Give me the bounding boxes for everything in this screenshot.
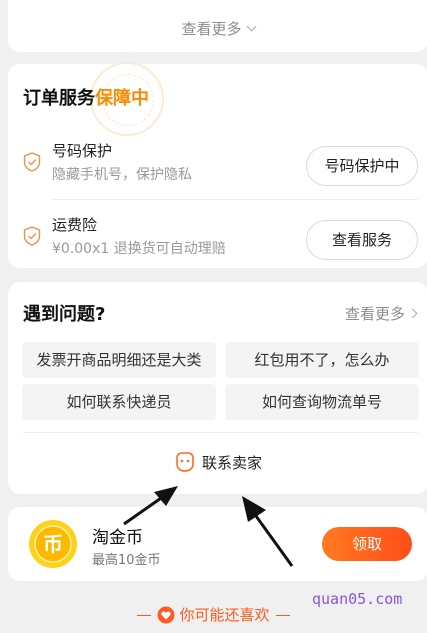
faq-chip[interactable]: 如何查询物流单号 <box>225 384 419 420</box>
recommend-label: 你可能还喜欢 <box>179 606 270 624</box>
number-protection-button[interactable]: 号码保护中 <box>306 146 418 186</box>
svg-text:币: 币 <box>43 532 63 556</box>
chevron-down-icon <box>246 21 256 32</box>
service-name: 运费险 <box>52 216 98 234</box>
faq-chip[interactable]: 发票开商品明细还是大类 <box>22 342 216 378</box>
service-desc: 隐藏手机号，保护隐私 <box>52 167 192 183</box>
heart-icon <box>157 606 175 623</box>
seller-face-icon <box>176 451 194 472</box>
divider <box>23 432 418 433</box>
problems-view-more-link[interactable]: 查看更多 <box>344 303 418 324</box>
site-watermark: quan05.com <box>312 590 403 608</box>
order-service-card: 订单服务保障中 号码保护 隐藏手机号，保护隐私 号码保护中 运费险 ¥0.00x… <box>8 62 427 268</box>
taojinbi-card: 币 淘金币 最高10金币 领取 <box>8 507 427 581</box>
contact-seller-button[interactable]: 联系卖家 <box>8 451 427 475</box>
decor-line <box>275 614 290 617</box>
problems-view-more-label: 查看更多 <box>344 305 405 323</box>
service-desc: ¥0.00x1 退换货可自动理赔 <box>52 241 226 257</box>
faq-chip[interactable]: 红包用不了，怎么办 <box>225 342 419 378</box>
divider <box>52 199 418 200</box>
service-row-shipping-insurance: 运费险 ¥0.00x1 退换货可自动理赔 查看服务 <box>8 210 427 276</box>
problems-card: 遇到问题? 查看更多 发票开商品明细还是大类 红包用不了，怎么办 如何联系快递员… <box>8 282 427 494</box>
contact-seller-label: 联系卖家 <box>201 454 262 472</box>
view-service-button[interactable]: 查看服务 <box>306 220 418 260</box>
view-more-link[interactable]: 查看更多 <box>8 18 427 39</box>
chevron-right-icon <box>407 308 418 319</box>
decor-line <box>137 614 152 617</box>
order-service-title-highlight: 保障中 <box>95 88 149 109</box>
gold-coin-icon: 币 <box>29 520 77 568</box>
problems-title: 遇到问题? <box>23 304 106 325</box>
shield-check-icon <box>23 152 41 172</box>
view-more-label: 查看更多 <box>181 20 242 38</box>
order-service-title: 订单服务保障中 <box>23 84 149 110</box>
shield-check-icon <box>23 226 41 246</box>
coin-name: 淘金币 <box>92 528 143 548</box>
coin-subtitle: 最高10金币 <box>92 553 161 568</box>
service-name: 号码保护 <box>52 142 113 160</box>
claim-coin-button[interactable]: 领取 <box>322 527 412 561</box>
service-row-number-protection: 号码保护 隐藏手机号，保护隐私 号码保护中 <box>8 136 427 202</box>
faq-chip[interactable]: 如何联系快递员 <box>22 384 216 420</box>
top-card: 查看更多 <box>8 0 427 52</box>
order-service-title-main: 订单服务 <box>23 88 95 109</box>
